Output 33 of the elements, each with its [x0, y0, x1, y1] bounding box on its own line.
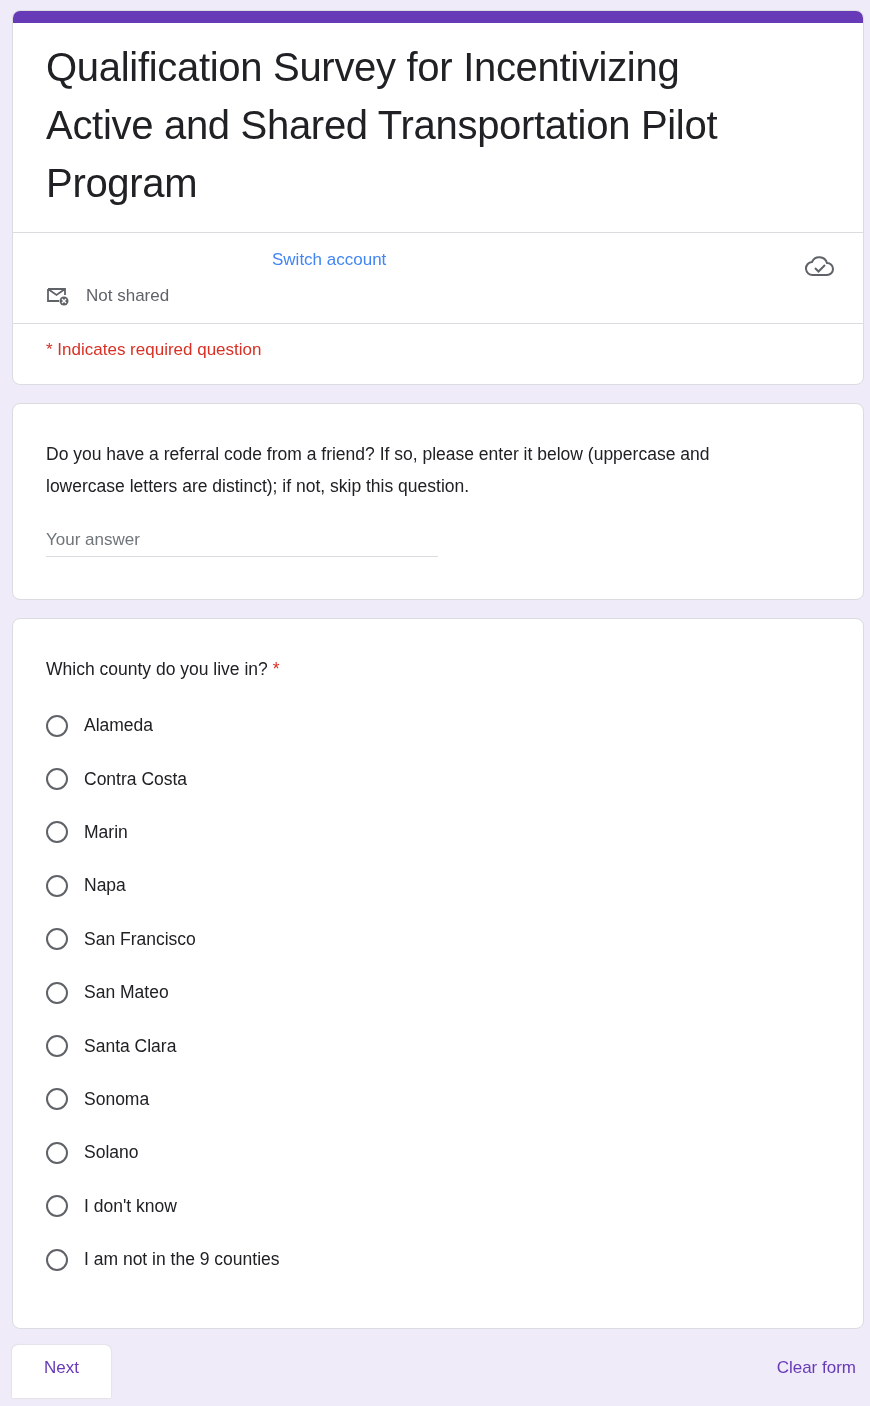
radio-button[interactable] — [46, 874, 68, 897]
radio-button[interactable] — [46, 1195, 68, 1218]
question-text: Which county do you live in? — [46, 659, 268, 679]
form-title: Qualification Survey for Incentivizing Active and Shared Transportation Pilot Program — [45, 44, 719, 207]
option-label[interactable]: I don't know — [84, 1195, 177, 1217]
clear-form-button[interactable]: Clear form — [768, 1345, 864, 1392]
radio-button[interactable] — [46, 1141, 68, 1164]
next-button[interactable]: Next — [12, 1345, 111, 1399]
option-label[interactable]: I am not in the 9 counties — [84, 1249, 280, 1271]
radio-button[interactable] — [46, 821, 68, 844]
question-text: Do you have a referral code from a friend? If so, please enter it below (uppercase and lowercase letters are distinct); if not, skip this question. — [46, 444, 710, 496]
option-label[interactable]: San Mateo — [84, 982, 169, 1004]
radio-button[interactable] — [46, 768, 68, 791]
mail-blocked-icon — [46, 285, 70, 307]
option-label[interactable]: Santa Clara — [84, 1035, 177, 1057]
option-label[interactable]: Contra Costa — [84, 768, 188, 790]
radio-button[interactable] — [46, 1035, 68, 1058]
option-label[interactable]: Alameda — [84, 715, 154, 737]
cloud-check-icon — [805, 255, 835, 277]
radio-button[interactable] — [46, 714, 68, 737]
switch-account-link[interactable]: Switch account — [272, 247, 387, 273]
radio-button[interactable] — [46, 1088, 68, 1111]
option-label[interactable]: Sonoma — [84, 1088, 150, 1110]
option-label[interactable]: Marin — [84, 821, 128, 843]
required-mark: * — [272, 659, 280, 679]
radio-button[interactable] — [46, 928, 68, 951]
radio-button[interactable] — [46, 1248, 68, 1271]
required-note: * Indicates required question — [46, 340, 262, 359]
option-label[interactable]: Napa — [84, 875, 126, 897]
option-label[interactable]: San Francisco — [84, 928, 196, 950]
option-label[interactable]: Solano — [84, 1142, 139, 1164]
radio-button[interactable] — [46, 981, 68, 1004]
sharing-status: Not shared — [86, 286, 170, 306]
